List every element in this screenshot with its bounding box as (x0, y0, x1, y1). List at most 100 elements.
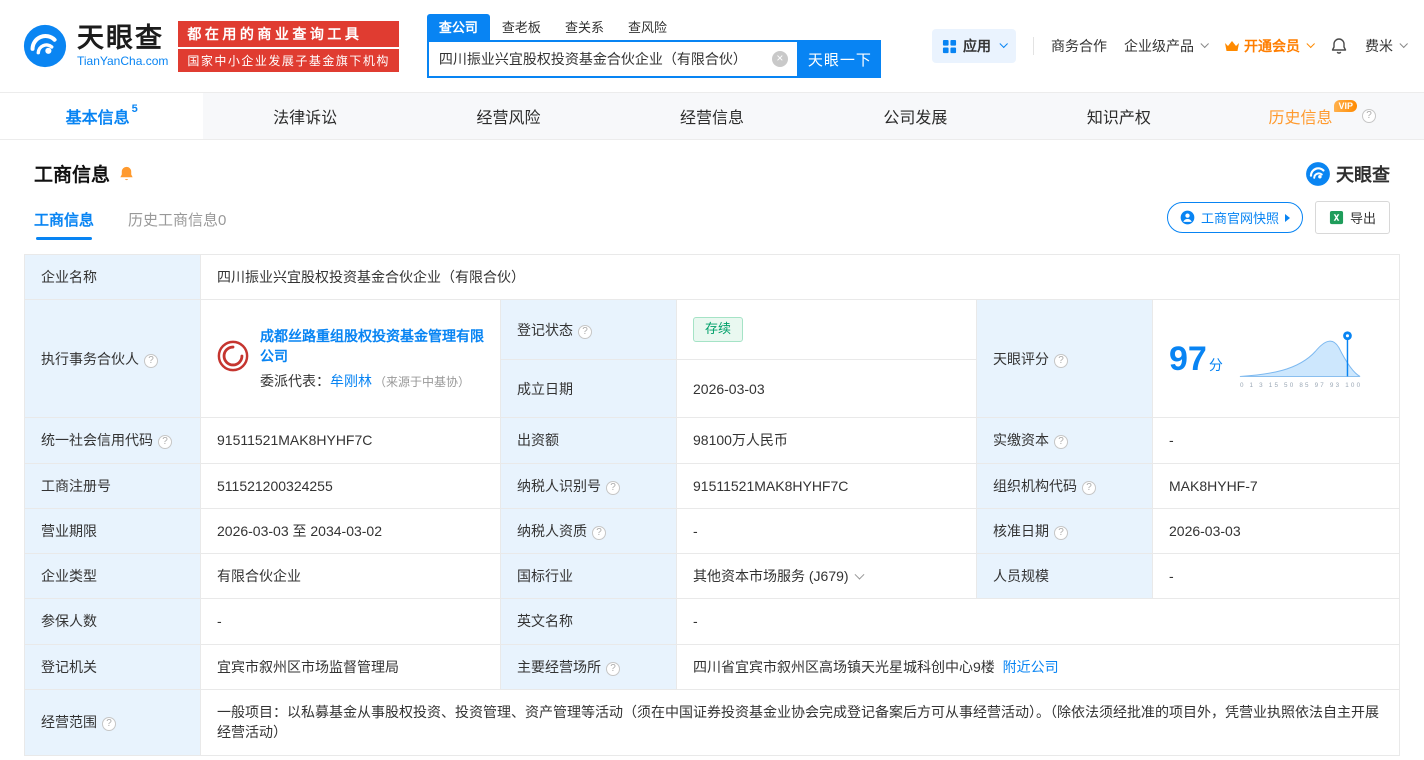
field-credit-code-value: 91511521MAK8HYHF7C (200, 417, 501, 464)
field-english-name-value: - (676, 598, 1400, 645)
field-taxpayer-quality-value: - (676, 507, 977, 555)
field-industry-value: 其他资本市场服务 (J679) (676, 553, 977, 600)
field-company-name-value: 四川振业兴宜股权投资基金合伙企业（有限合伙） (200, 253, 1400, 301)
tab-operating-risk[interactable]: 经营风险 (407, 93, 610, 139)
main-tab-bar: 基本信息 5 法律诉讼 经营风险 经营信息 公司发展 知识产权 历史信息 VIP… (0, 92, 1424, 140)
field-score-value: 97 分 0 1 3 15 50 85 97 93 100 (1152, 299, 1400, 419)
apps-grid-icon (942, 39, 957, 53)
subscribe-bell-icon[interactable] (118, 165, 135, 182)
excel-icon (1329, 210, 1344, 225)
tab-company-development[interactable]: 公司发展 (814, 93, 1017, 139)
field-reg-status-label: 登记状态? (500, 299, 677, 361)
field-insured-count-value: - (200, 598, 501, 645)
chevron-down-icon (1399, 39, 1408, 49)
help-icon[interactable]: ? (606, 661, 620, 676)
field-approval-date-value: 2026-03-03 (1152, 507, 1400, 555)
field-staff-size-label: 人员规模 (976, 553, 1153, 600)
table-row: 参保人数 - 英文名称 - (24, 598, 1400, 645)
export-button[interactable]: 导出 (1314, 201, 1390, 234)
table-row: 企业类型 有限合伙企业 国标行业 其他资本市场服务 (J679) 人员规模 - (24, 553, 1400, 600)
rep-name-link[interactable]: 牟刚林 (330, 373, 372, 389)
search-input[interactable] (428, 42, 797, 76)
search-input-wrap: × (426, 40, 799, 78)
field-address-value: 四川省宜宾市叙州区高场镇天光星城科创中心9楼 附近公司 (676, 643, 1400, 691)
help-icon[interactable]: ? (592, 525, 606, 540)
field-company-type-value: 有限合伙企业 (200, 553, 501, 600)
field-business-term-value: 2026-03-03 至 2034-03-02 (200, 507, 501, 555)
chevron-down-icon (1306, 39, 1315, 49)
field-org-code-label: 组织机构代码? (976, 462, 1153, 509)
search-block: 查公司 查老板 查关系 查风险 × 天眼一下 (426, 14, 881, 78)
nav-open-vip[interactable]: 开通会员 (1224, 36, 1315, 56)
score-distribution-chart: 0 1 3 15 50 85 97 93 100 (1239, 331, 1360, 389)
field-company-name-label: 企业名称 (24, 253, 201, 301)
field-company-type-label: 企业类型 (24, 553, 201, 600)
snapshot-person-icon (1180, 210, 1195, 225)
help-icon[interactable]: ? (102, 717, 116, 732)
help-icon[interactable]: ? (606, 480, 620, 495)
main-content: 工商信息 天眼查 工商信息 历史工商信息0 工商官网快照 导出 企业名称 四川振… (0, 140, 1424, 756)
tab-basic-info[interactable]: 基本信息 5 (0, 93, 204, 139)
brand-watermark-label: 天眼查 (1336, 164, 1390, 185)
slogan-banner: 都在用的商业查询工具 国家中小企业发展子基金旗下机构 (178, 20, 399, 72)
help-icon[interactable]: ? (1082, 480, 1096, 495)
field-insured-count-label: 参保人数 (24, 598, 201, 645)
field-reg-status-value: 存续 (676, 299, 977, 361)
business-info-table: 企业名称 四川振业兴宜股权投资基金合伙企业（有限合伙） 执行事务合伙人? 成都丝… (24, 253, 1400, 756)
official-snapshot-button[interactable]: 工商官网快照 (1166, 202, 1303, 233)
snapshot-label: 工商官网快照 (1200, 211, 1279, 226)
help-icon[interactable]: ? (158, 435, 172, 450)
nearby-companies-link[interactable]: 附近公司 (1003, 659, 1059, 675)
table-row: 统一社会信用代码? 91511521MAK8HYHF7C 出资额 98100万人… (24, 417, 1400, 464)
apps-menu[interactable]: 应用 (932, 29, 1016, 63)
help-icon[interactable]: ? (1054, 525, 1068, 540)
tab-legal[interactable]: 法律诉讼 (203, 93, 406, 139)
chevron-down-icon[interactable] (854, 569, 865, 580)
partner-company-link[interactable]: 成都丝路重组股权投资基金管理有限公司 (260, 328, 484, 364)
help-icon[interactable]: ? (1362, 109, 1376, 123)
tab-operating-info[interactable]: 经营信息 (610, 93, 813, 139)
help-icon[interactable]: ? (144, 353, 158, 368)
rep-label: 委派代表： (260, 373, 330, 390)
search-tab-risk[interactable]: 查风险 (616, 14, 679, 40)
field-credit-code-label: 统一社会信用代码? (24, 417, 201, 464)
help-icon[interactable]: ? (1054, 435, 1068, 450)
field-establish-date-value: 2026-03-03 (676, 359, 977, 419)
tab-intellectual-property[interactable]: 知识产权 (1017, 93, 1220, 139)
crown-icon (1225, 41, 1239, 51)
help-icon[interactable]: ? (1054, 353, 1068, 368)
search-tab-company[interactable]: 查公司 (426, 14, 490, 40)
table-row: 登记机关 宜宾市叙州区市场监督管理局 主要经营场所? 四川省宜宾市叙州区高场镇天… (24, 643, 1400, 691)
logo-title: 天眼查 (77, 22, 164, 53)
nav-enterprise-products[interactable]: 企业级产品 (1124, 36, 1209, 56)
table-row: 经营范围? 一般项目：以私募基金从事股权投资、投资管理、资产管理等活动（须在中国… (24, 689, 1400, 756)
field-taxpayer-quality-label: 纳税人资质? (500, 507, 677, 555)
search-button[interactable]: 天眼一下 (798, 40, 881, 78)
field-executive-partner-value: 成都丝路重组股权投资基金管理有限公司 委派代表：牟刚林 （来源于中基协） (200, 299, 501, 419)
table-row: 执行事务合伙人? 成都丝路重组股权投资基金管理有限公司 委派代表：牟刚林 （来源于… (24, 299, 1400, 419)
slogan-line-1: 都在用的商业查询工具 (178, 20, 399, 47)
logo-swirl-icon (1306, 161, 1330, 186)
tab-history-info[interactable]: 历史信息 VIP ? (1221, 93, 1424, 139)
field-approval-date-label: 核准日期? (976, 507, 1153, 555)
help-icon[interactable]: ? (578, 324, 592, 339)
tianyancha-logo[interactable]: 天眼查 TianYanCha.com (22, 23, 168, 69)
chevron-down-icon (999, 39, 1008, 49)
nav-user[interactable]: 费米 (1365, 36, 1408, 56)
search-tabs: 查公司 查老板 查关系 查风险 (426, 14, 881, 40)
subtab-history-business-info[interactable]: 历史工商信息0 (128, 209, 226, 240)
rep-source: （来源于中基协） (374, 375, 471, 390)
nav-cooperation[interactable]: 商务合作 (1051, 36, 1107, 56)
notification-bell-icon[interactable] (1330, 37, 1348, 55)
field-executive-partner-label: 执行事务合伙人? (24, 299, 201, 419)
username-label: 费米 (1365, 38, 1393, 54)
brand-watermark: 天眼查 (1305, 161, 1390, 187)
search-tab-boss[interactable]: 查老板 (490, 14, 553, 40)
partner-logo[interactable] (217, 340, 249, 377)
subtab-business-info[interactable]: 工商信息 (34, 209, 94, 240)
section-header: 工商信息 天眼查 (24, 156, 1400, 201)
nav-divider (1033, 37, 1034, 55)
search-tab-relation[interactable]: 查关系 (553, 14, 616, 40)
clear-search-icon[interactable]: × (771, 51, 788, 67)
export-label: 导出 (1349, 211, 1376, 226)
